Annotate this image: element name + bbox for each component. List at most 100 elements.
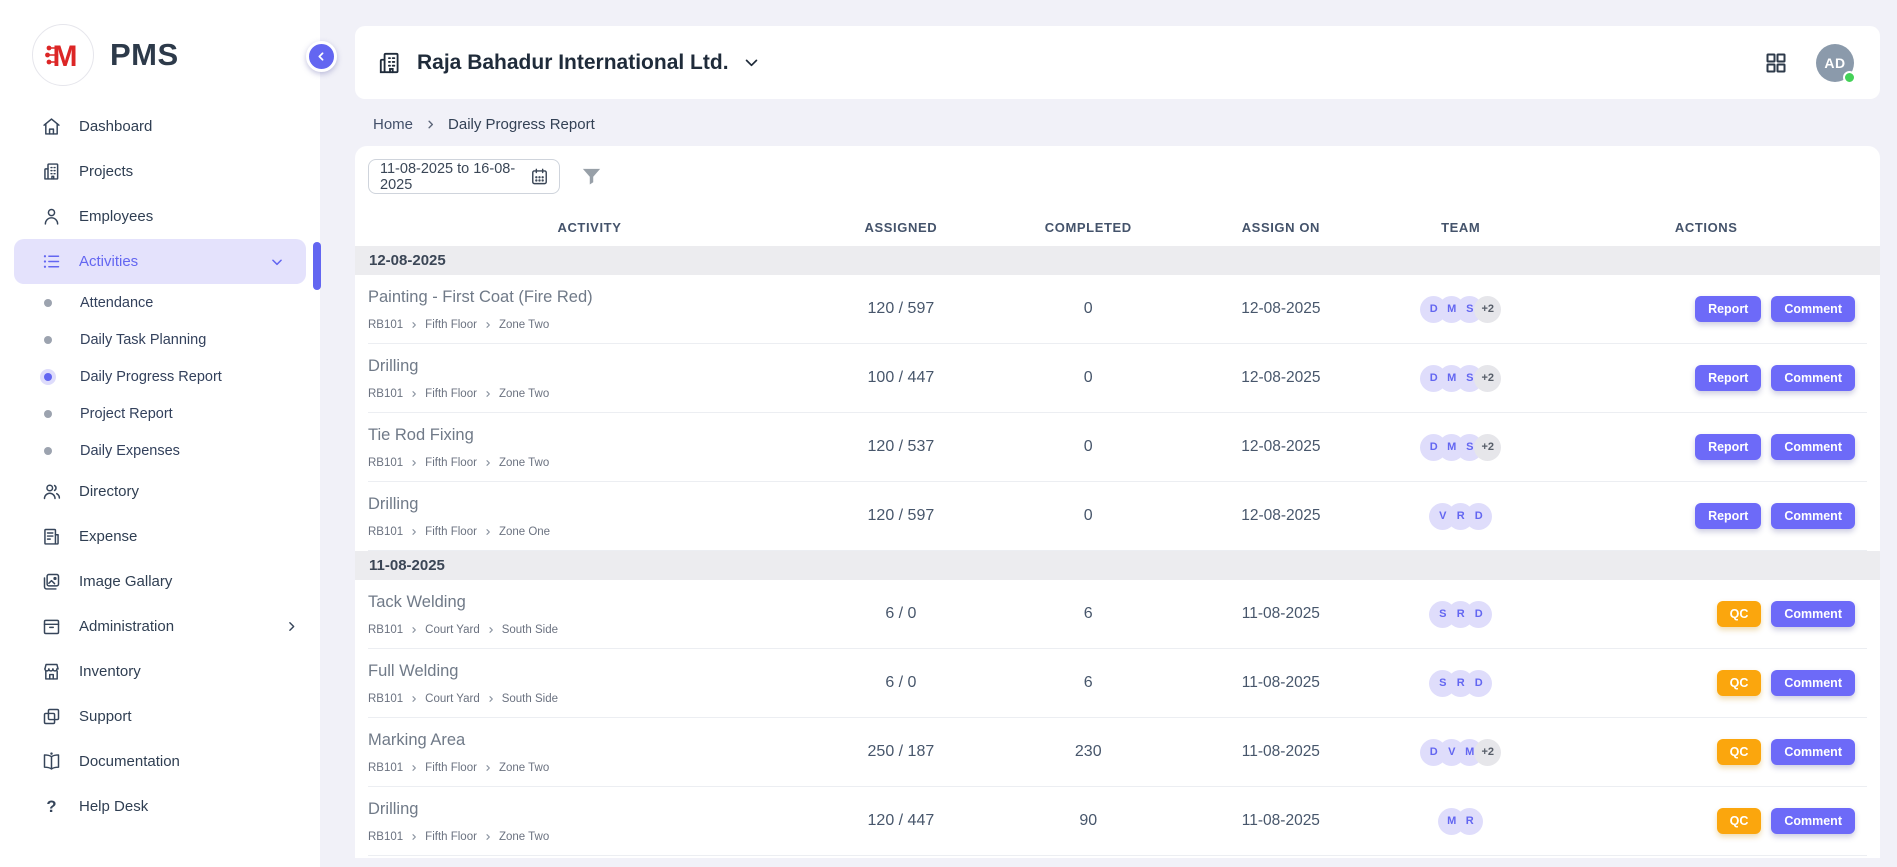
activity-cell: DrillingRB101Fifth FloorZone Two [368,357,811,400]
comment-button[interactable]: Comment [1771,503,1855,529]
sidebar-item-projects[interactable]: Projects [0,149,320,194]
qc-button[interactable]: QC [1717,670,1762,696]
apps-grid-icon[interactable] [1764,51,1788,75]
team-more-badge[interactable]: +2 [1474,434,1501,461]
actions-cell: QC Comment [1545,739,1867,765]
sidebar-item-label: Help Desk [79,798,320,815]
avatar[interactable]: AD [1816,44,1854,82]
sidebar-item-expense[interactable]: Expense [0,514,320,559]
comment-button[interactable]: Comment [1771,296,1855,322]
sidebar-item-daily-expenses[interactable]: Daily Expenses [0,432,320,469]
comment-button[interactable]: Comment [1771,739,1855,765]
app-name: PMS [110,37,179,73]
activity-title: Tie Rod Fixing [368,426,811,445]
question-icon: ? [40,796,62,818]
sidebar-subitem-label: Daily Progress Report [80,369,222,385]
activity-location-path: RB101Court YardSouth Side [368,693,811,705]
column-header-assigned: ASSIGNED [811,220,991,235]
activity-title: Drilling [368,495,811,514]
breadcrumb-chevron-icon [484,459,492,467]
report-button[interactable]: Report [1695,365,1761,391]
team-more-badge[interactable]: +2 [1474,739,1501,766]
breadcrumb-chevron-icon [484,764,492,772]
sidebar-item-project-report[interactable]: Project Report [0,395,320,432]
activity-cell: Painting - First Coat (Fire Red)RB101Fif… [368,288,811,331]
date-range-input[interactable]: 11-08-2025 to 16-08-2025 [368,159,560,194]
path-segment: Fifth Floor [425,388,477,400]
chevron-right-icon [285,620,298,633]
report-button[interactable]: Report [1695,503,1761,529]
app-logo: M PMS [0,0,320,104]
qc-button[interactable]: QC [1717,739,1762,765]
comment-button[interactable]: Comment [1771,365,1855,391]
actions-cell: Report Comment [1545,503,1867,529]
sidebar-item-directory[interactable]: Directory [0,469,320,514]
activity-title: Marking Area [368,731,811,750]
sidebar-item-dashboard[interactable]: Dashboard [0,104,320,149]
path-segment: RB101 [368,319,403,331]
person-icon [40,206,62,228]
activity-title: Drilling [368,357,811,376]
actions-cell: Report Comment [1545,365,1867,391]
team-cell: SRD [1376,601,1545,628]
completed-value: 6 [991,674,1186,692]
team-avatar: D [1465,601,1492,628]
comment-button[interactable]: Comment [1771,601,1855,627]
breadcrumb-item-home[interactable]: Home [373,116,413,133]
breadcrumb: HomeDaily Progress Report [355,99,1880,146]
team-more-badge[interactable]: +2 [1474,365,1501,392]
assigned-value: 250 / 187 [811,743,991,761]
sidebar-item-support[interactable]: Support [0,694,320,739]
team-avatar: D [1465,670,1492,697]
report-button[interactable]: Report [1695,296,1761,322]
sidebar-subitem-label: Project Report [80,406,173,422]
assign-on-date: 12-08-2025 [1186,300,1376,318]
activity-row: DrillingRB101Fifth FloorZone One120 / 59… [368,482,1867,551]
sidebar-item-attendance[interactable]: Attendance [0,284,320,321]
online-status-dot [1843,71,1856,84]
sidebar-item-daily-progress-report[interactable]: Daily Progress Report [0,358,320,395]
activity-title: Tack Welding [368,593,811,612]
bullet-dot-icon [44,373,52,381]
gallery-icon [40,571,62,593]
path-segment: RB101 [368,624,403,636]
completed-value: 90 [991,812,1186,830]
sidebar-item-inventory[interactable]: Inventory [0,649,320,694]
sidebar-collapse-button[interactable] [306,41,337,72]
breadcrumb-chevron-icon [487,626,495,634]
sidebar-item-label: Dashboard [79,118,320,135]
breadcrumb-chevron-icon [410,390,418,398]
report-button[interactable]: Report [1695,434,1761,460]
comment-button[interactable]: Comment [1771,670,1855,696]
sidebar-item-help-desk[interactable]: ? Help Desk [0,784,320,829]
bullet-dot-icon [44,299,52,307]
filter-icon[interactable] [580,165,603,188]
activity-row: DrillingRB101Fifth FloorZone Two120 / 44… [368,787,1867,856]
team-avatar: D [1465,503,1492,530]
sidebar-item-employees[interactable]: Employees [0,194,320,239]
sidebar-item-image-gallary[interactable]: Image Gallary [0,559,320,604]
list-icon [40,251,62,273]
comment-button[interactable]: Comment [1771,434,1855,460]
active-route-indicator [313,242,321,290]
comment-button[interactable]: Comment [1771,808,1855,834]
date-range-value: 11-08-2025 to 16-08-2025 [380,161,530,193]
sidebar-item-administration[interactable]: Administration [0,604,320,649]
content-card: 11-08-2025 to 16-08-2025 ACTIVITYASSIGNE… [355,146,1880,858]
sidebar-item-daily-task-planning[interactable]: Daily Task Planning [0,321,320,358]
path-segment: Zone Two [499,831,549,843]
company-selector[interactable]: Raja Bahadur International Ltd. [377,50,760,76]
completed-value: 6 [991,605,1186,623]
team-more-badge[interactable]: +2 [1474,296,1501,323]
table-header-row: ACTIVITYASSIGNEDCOMPLETEDASSIGN ONTEAMAC… [368,208,1867,246]
sidebar-item-documentation[interactable]: Documentation [0,739,320,784]
path-segment: RB101 [368,762,403,774]
team-cell: MR [1376,808,1545,835]
breadcrumb-chevron-icon [484,528,492,536]
activity-cell: DrillingRB101Fifth FloorZone Two [368,800,811,843]
qc-button[interactable]: QC [1717,601,1762,627]
breadcrumb-chevron-icon [410,764,418,772]
sidebar-item-activities[interactable]: Activities [14,239,306,284]
qc-button[interactable]: QC [1717,808,1762,834]
column-header-activity: ACTIVITY [368,220,811,235]
